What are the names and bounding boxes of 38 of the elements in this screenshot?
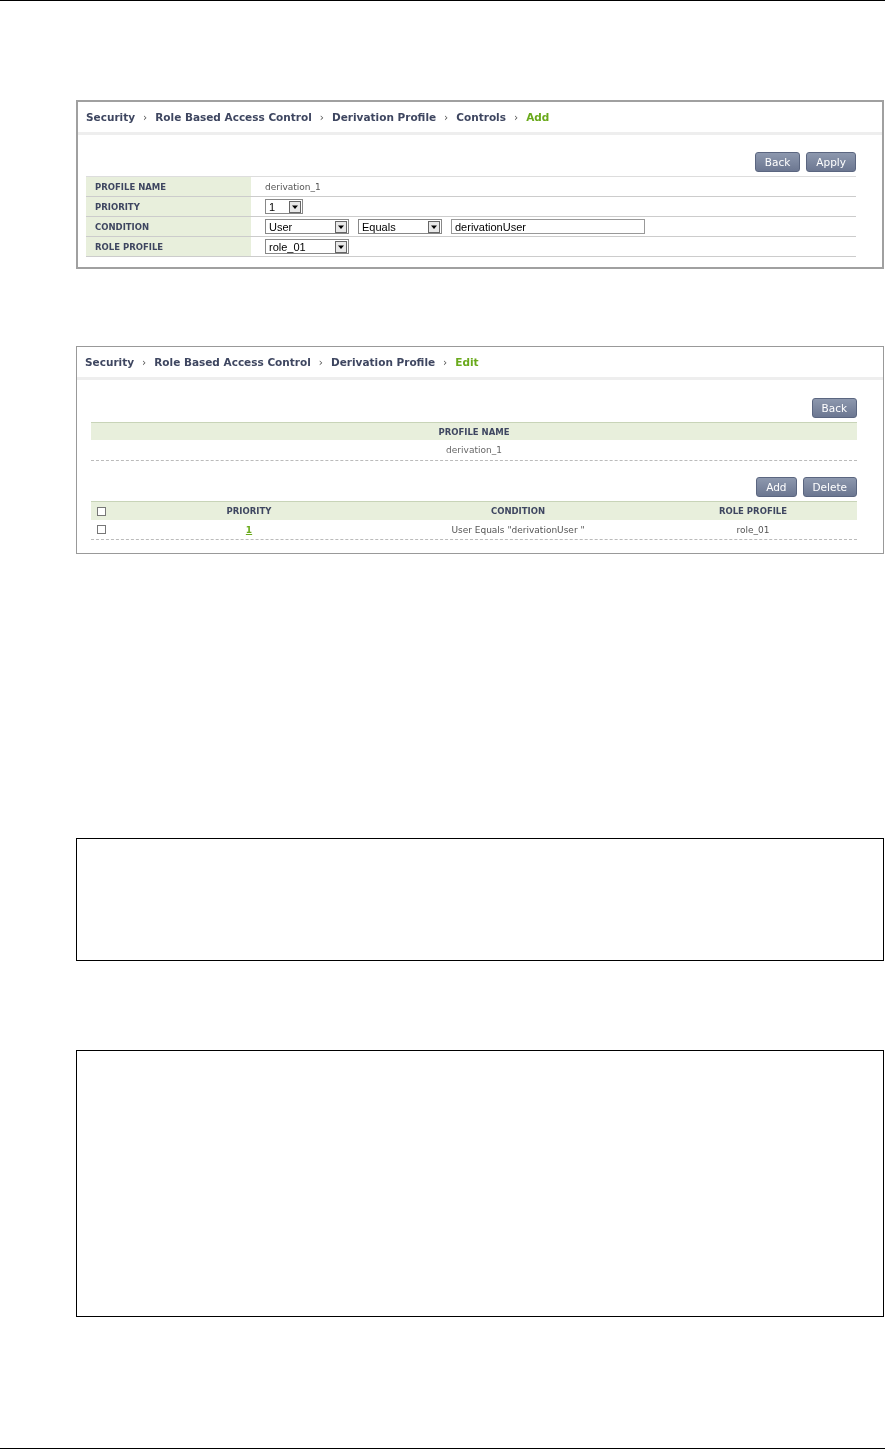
action-button[interactable]: Back bbox=[754, 152, 801, 172]
breadcrumb-item[interactable]: Derivation Profile bbox=[331, 356, 436, 368]
action-button[interactable]: Add bbox=[756, 477, 797, 497]
breadcrumb-item[interactable]: Controls bbox=[456, 111, 506, 123]
column-header: PROFILE NAME bbox=[91, 422, 857, 440]
table-cell-text: User Equals "derivationUser " bbox=[450, 524, 586, 535]
breadcrumb-item[interactable]: Security bbox=[86, 111, 136, 123]
field-label: CONDITION bbox=[86, 217, 251, 236]
dropdown[interactable]: Equals bbox=[358, 219, 442, 234]
column-header: ROLE PROFILE bbox=[717, 506, 789, 516]
table-cell-text: role_01 bbox=[735, 524, 771, 535]
breadcrumb-separator: › bbox=[443, 356, 448, 368]
table-cell: derivation_1 bbox=[91, 440, 857, 461]
column-header: CONDITION bbox=[489, 506, 547, 516]
breadcrumb-separator: › bbox=[319, 111, 324, 123]
dropdown[interactable]: 1 bbox=[265, 199, 303, 214]
breadcrumb-item[interactable]: Derivation Profile bbox=[332, 111, 437, 123]
dropdown[interactable]: User bbox=[265, 219, 349, 234]
action-button[interactable]: Back bbox=[811, 398, 857, 418]
field-label: PRIORITY bbox=[86, 197, 251, 216]
action-button[interactable]: Delete bbox=[802, 477, 857, 497]
field-label: ROLE PROFILE bbox=[86, 237, 251, 256]
breadcrumb-separator: › bbox=[513, 111, 519, 123]
breadcrumb-separator: › bbox=[444, 111, 449, 123]
breadcrumb-item[interactable]: Role Based Access Control bbox=[154, 356, 311, 368]
field-label: PROFILE NAME bbox=[86, 177, 251, 196]
dropdown[interactable]: role_01 bbox=[265, 239, 349, 254]
breadcrumb-separator: › bbox=[142, 356, 147, 368]
input-field[interactable]: derivationUser bbox=[451, 219, 645, 234]
breadcrumb-separator: › bbox=[143, 111, 148, 123]
breadcrumb-item[interactable]: Security bbox=[85, 356, 135, 368]
field-value: derivation_1 bbox=[265, 181, 321, 192]
row-checkbox[interactable] bbox=[97, 525, 106, 534]
select-all-checkbox[interactable] bbox=[97, 506, 106, 516]
column-header: PRIORITY bbox=[225, 506, 273, 516]
breadcrumb-separator: › bbox=[318, 356, 323, 368]
action-button[interactable]: Apply bbox=[806, 152, 856, 172]
breadcrumb-item[interactable]: Role Based Access Control bbox=[155, 111, 312, 123]
